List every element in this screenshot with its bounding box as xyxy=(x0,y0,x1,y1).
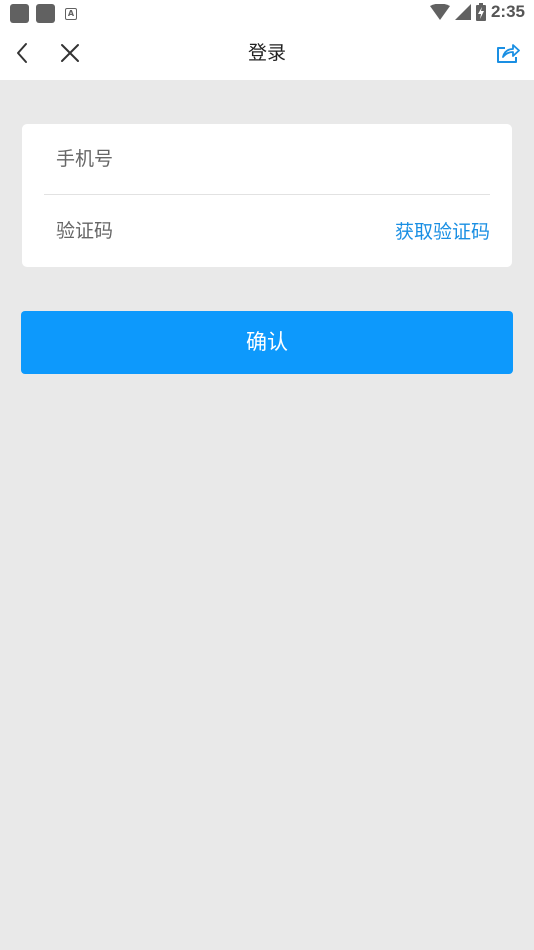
notification-square-icon xyxy=(36,4,55,23)
navigation-bar: 登录 xyxy=(0,26,534,80)
chevron-left-icon xyxy=(17,43,27,63)
close-icon xyxy=(61,44,79,62)
phone-row xyxy=(44,124,490,195)
login-form-card: 获取验证码 xyxy=(22,124,512,267)
status-time: 2:35 xyxy=(490,2,525,21)
code-row: 获取验证码 xyxy=(44,195,490,266)
confirm-button[interactable]: 确认 xyxy=(21,311,513,374)
wifi-icon xyxy=(429,4,450,20)
battery-charging-icon xyxy=(475,3,486,21)
back-button[interactable] xyxy=(0,26,44,80)
notification-icons: A xyxy=(10,4,77,23)
cell-signal-icon xyxy=(454,4,471,20)
share-button[interactable] xyxy=(486,26,530,80)
status-bar: A 2:35 xyxy=(0,0,534,26)
notification-square-icon xyxy=(10,4,29,23)
verification-code-input[interactable] xyxy=(44,210,385,251)
system-icons: 2:35 xyxy=(429,2,525,22)
close-button[interactable] xyxy=(48,26,92,80)
share-icon xyxy=(497,44,520,63)
font-a-icon: A xyxy=(65,7,77,20)
phone-input[interactable] xyxy=(44,139,490,179)
get-code-button[interactable]: 获取验证码 xyxy=(385,217,490,244)
